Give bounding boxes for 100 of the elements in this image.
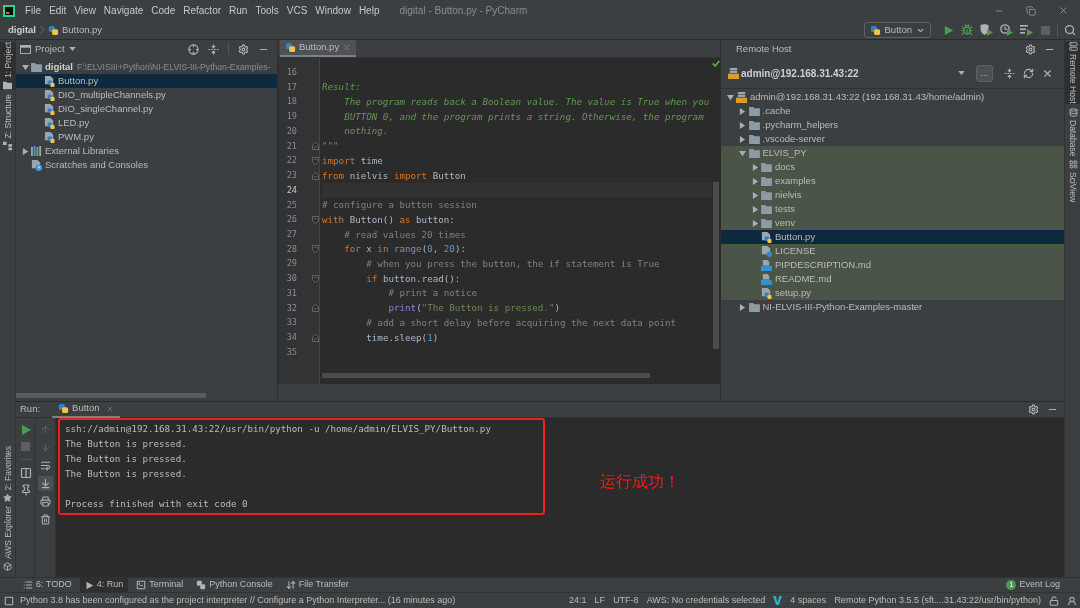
tree-arrow-icon[interactable] [751,163,759,171]
tree-arrow-icon[interactable] [739,149,746,157]
tree-arrow-icon[interactable] [751,205,759,213]
menu-item[interactable]: File [25,3,42,18]
collapse-all-icon[interactable] [1004,67,1015,79]
menu-item[interactable]: Run [229,3,248,18]
shield-play-icon[interactable] [980,24,993,36]
run-icon[interactable] [19,424,32,436]
vertical-scrollbar[interactable] [713,182,719,349]
interpreter-setting[interactable]: Remote Python 3.5.5 (sft....31.43:22/usr/bin/python) [834,593,1041,608]
tree-item[interactable]: digital F:\ELVISIII+Python\NI-ELVIS-III-Python-Examples- [16,60,277,74]
breadcrumb[interactable]: digital [8,22,36,38]
menu-item[interactable]: View [74,3,96,18]
fold-marker-icon[interactable] [312,142,319,151]
tree-item[interactable]: .pycharm_helpers [721,118,1064,132]
unlock-icon[interactable] [1049,595,1059,606]
tree-arrow-icon[interactable] [21,63,29,71]
tree-arrow-icon[interactable] [739,135,746,143]
project-view-dropdown[interactable]: Project [35,41,76,57]
tree-item[interactable]: Button.py [16,74,277,88]
menu-item[interactable]: Navigate [103,3,144,18]
menu-item[interactable]: Window [315,3,351,18]
tool-window-button[interactable]: Z: Structure [0,93,16,151]
run-icon[interactable] [943,24,954,36]
tree-arrow-icon[interactable] [739,303,746,311]
tree-item[interactable]: admin@192.168.31.43:22 (192.168.31.43/home/admin) [721,90,1064,104]
tree-item[interactable]: PIPDESCRIPTION.md [721,258,1064,272]
menu-item[interactable]: VCS [286,3,308,18]
fold-marker-icon[interactable] [312,215,319,224]
tree-item[interactable]: setup.py [721,286,1064,300]
tree-item[interactable]: README.md [721,272,1064,286]
fold-marker-icon[interactable] [312,156,319,165]
settings-icon[interactable] [1028,404,1039,415]
tool-tab[interactable]: Terminal [131,578,189,592]
tool-window-button[interactable]: Remote Host [1065,42,1080,104]
tree-item[interactable]: ELVIS_PY [721,146,1064,160]
fold-marker-icon[interactable] [312,333,319,342]
horizontal-scrollbar[interactable] [16,393,206,398]
tree-item[interactable]: examples [721,174,1064,188]
tree-arrow-icon[interactable] [21,147,29,155]
caret-icon[interactable] [958,71,965,75]
tree-arrow-icon[interactable] [739,121,746,129]
print-icon[interactable] [38,494,53,509]
tree-arrow-icon[interactable] [751,191,759,199]
tool-tab[interactable]: 6: TODO [18,578,77,592]
tree-arrow-icon[interactable] [739,107,746,115]
tool-window-button[interactable]: Database [1065,107,1080,156]
tree-item[interactable]: DIO_singleChannel.py [16,102,277,116]
close-icon[interactable] [1042,67,1053,79]
tool-window-button[interactable]: SciView [1065,160,1080,203]
square-icon[interactable] [4,595,14,606]
tree-item[interactable]: DIO_multipleChannels.py [16,88,277,102]
tree-item[interactable]: .vscode-server [721,132,1064,146]
tool-window-button[interactable]: 1: Project [0,42,16,90]
connection-name[interactable]: admin@192.168.31.43:22 [741,65,859,81]
crosshair-icon[interactable] [188,43,199,55]
editor-tab[interactable]: Button.py [280,40,357,57]
tool-window-button[interactable]: AWS Explorer [0,505,16,571]
tree-arrow-icon[interactable] [726,93,734,101]
status-message[interactable]: Python 3.8 has been configured as the project interpreter // Configure a Python Interpreter... (16 minutes ago) [20,593,456,608]
tree-item[interactable]: venv [721,216,1064,230]
line-separator[interactable]: LF [594,593,606,608]
run-tab[interactable]: Button [52,401,120,418]
settings-icon[interactable] [1025,43,1036,55]
pin-icon[interactable] [19,484,32,496]
clock-play-icon[interactable] [1000,24,1013,36]
tree-item[interactable]: NI-ELVIS-III-Python-Examples-master [721,300,1064,314]
more-button[interactable]: ... [976,64,993,82]
horizontal-scrollbar[interactable] [322,373,650,378]
tree-item[interactable]: LICENSE [721,244,1064,258]
tool-window-button[interactable]: 2: Favorites [0,445,16,502]
tree-item[interactable]: PWM.py [16,130,277,144]
tree-arrow-icon[interactable] [751,177,759,185]
tree-item[interactable]: Button.py [721,230,1064,244]
settings-icon[interactable] [238,43,249,55]
close-icon[interactable] [1058,5,1069,16]
tree-item[interactable]: docs [721,160,1064,174]
collapse-all-icon[interactable] [208,43,219,55]
fold-marker-icon[interactable] [312,304,319,313]
caret-position[interactable]: 24:1 [569,593,587,608]
run-configuration-dropdown[interactable]: Button [863,22,931,38]
menu-item[interactable]: Refactor [183,3,222,18]
tree-item[interactable]: Scratches and Consoles [16,158,277,172]
menu-item[interactable]: Code [151,3,176,18]
fold-marker-icon[interactable] [312,245,319,254]
tree-item[interactable]: tests [721,202,1064,216]
menu-item[interactable]: Edit [49,3,67,18]
tree-item[interactable]: LED.py [16,116,277,130]
tree-item[interactable]: nielvis [721,188,1064,202]
person-icon[interactable] [1067,595,1077,606]
file-encoding[interactable]: UTF-8 [613,593,639,608]
refresh-icon[interactable] [1023,67,1034,79]
tree-item[interactable]: .cache [721,104,1064,118]
search-icon[interactable] [1064,24,1076,36]
tree-arrow-icon[interactable] [751,219,759,227]
tool-tab[interactable]: Python Console [191,578,278,592]
indent-setting[interactable]: 4 spaces [790,593,827,608]
breadcrumb[interactable]: Button.py [62,22,103,38]
fold-marker-icon[interactable] [312,274,319,283]
tool-tab[interactable]: File Transfer [280,578,354,592]
